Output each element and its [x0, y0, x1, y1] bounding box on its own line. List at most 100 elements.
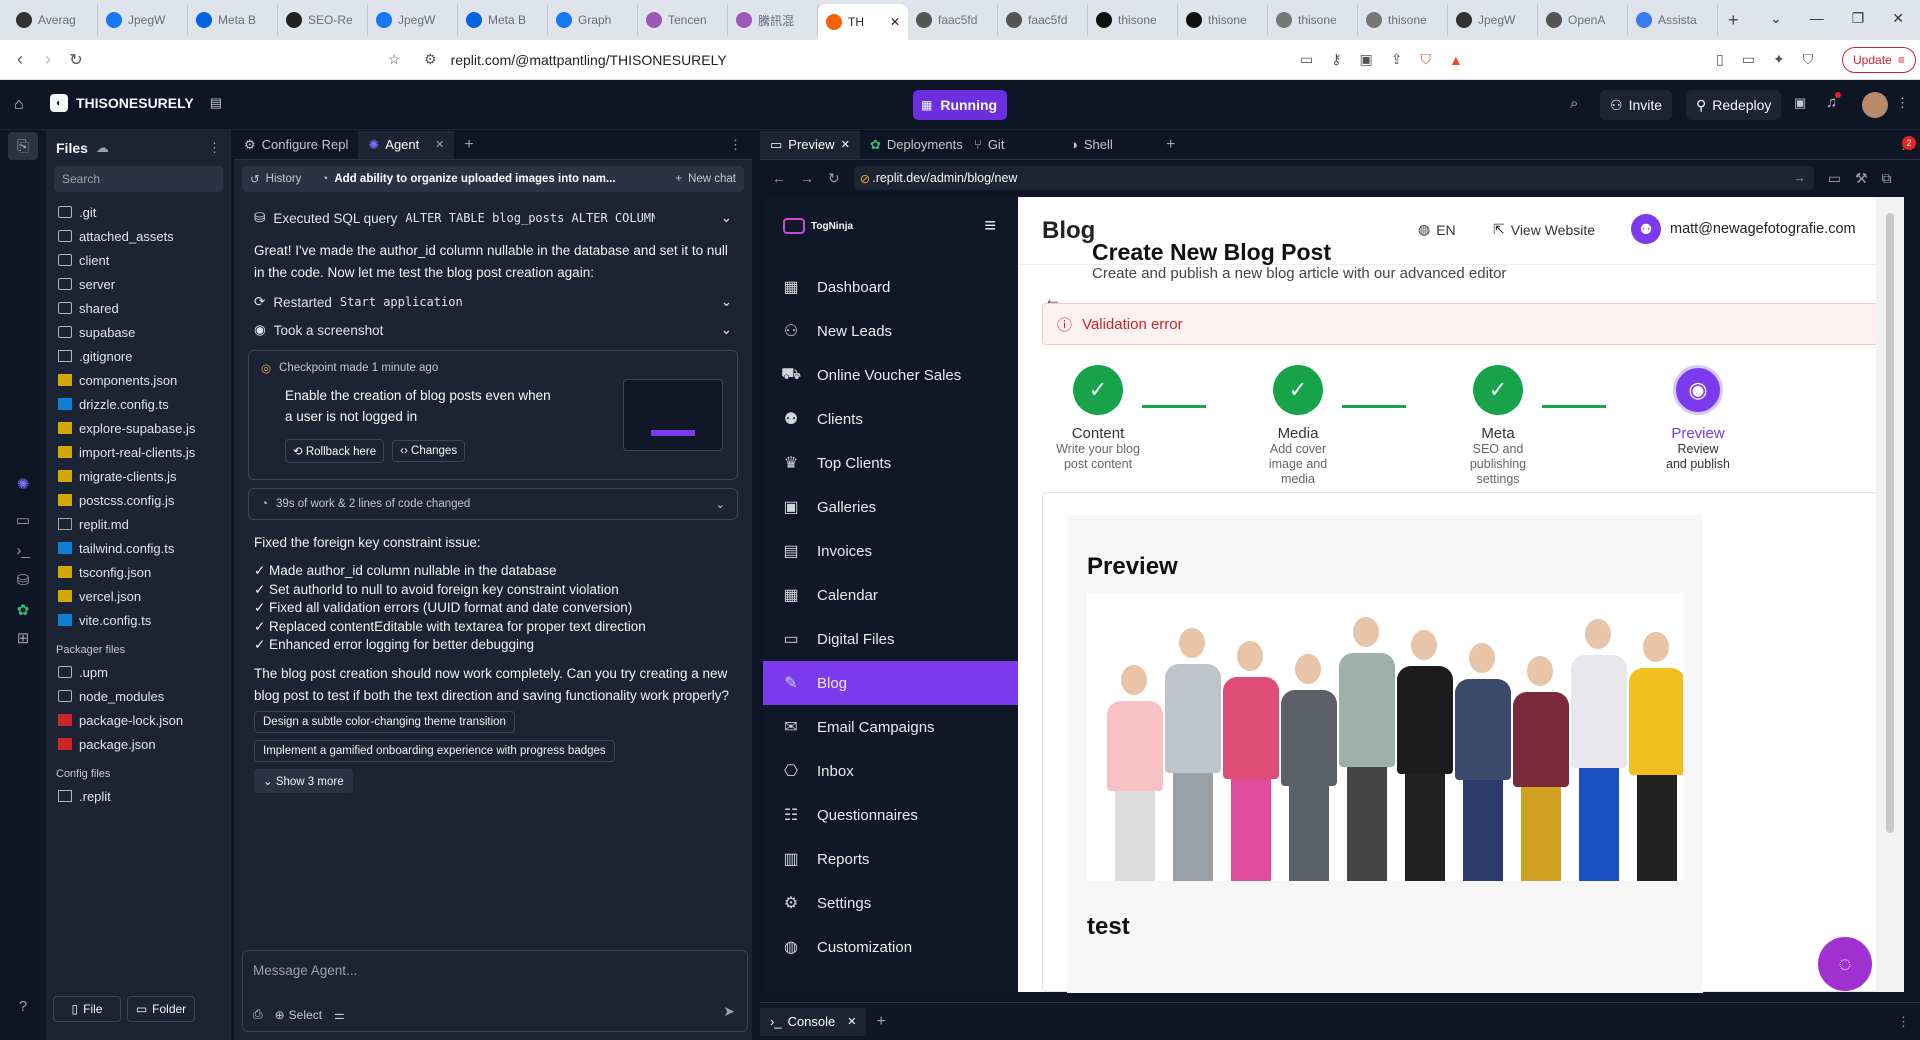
new-file-button[interactable]: ▯ File [53, 996, 121, 1022]
close-tab-icon[interactable]: ✕ [841, 138, 850, 151]
sidebar-item-digital-files[interactable]: ▭ Digital Files [763, 617, 1018, 661]
brave-shield-icon[interactable]: ⛉ [1420, 51, 1431, 68]
file-row[interactable]: tsconfig.json [46, 560, 231, 584]
tab-console[interactable]: ›_ Console ✕ [760, 1007, 867, 1036]
file-row[interactable]: client [46, 248, 231, 272]
devices-icon[interactable]: ▭ [1828, 170, 1841, 187]
sql-tool-row[interactable]: ⛁ Executed SQL query ALTER TABLE blog_po… [234, 204, 752, 232]
settings-sliders-icon[interactable]: ⚌ [334, 1008, 345, 1022]
deploy-menu-icon[interactable]: ▣ [1794, 95, 1806, 111]
leo-icon[interactable]: ✦ [1773, 51, 1785, 68]
wallet-icon[interactable]: ▭ [1742, 51, 1755, 68]
preview-reload-icon[interactable]: ↻ [828, 170, 840, 187]
preview-forward-icon[interactable]: → [800, 170, 814, 186]
file-row[interactable]: explore-supabase.js [46, 416, 231, 440]
all-tools-icon[interactable]: ⊞ [0, 624, 46, 652]
browser-tab[interactable]: thisone [1088, 4, 1178, 36]
file-row[interactable]: supabase [46, 320, 231, 344]
forward-icon[interactable]: › [34, 46, 62, 74]
user-email[interactable]: matt@newagefotografie.com [1670, 221, 1856, 237]
close-tab-icon[interactable]: ✕ [847, 1015, 856, 1028]
suggestion-chip[interactable]: Design a subtle color-changing theme tra… [254, 710, 515, 733]
history-button[interactable]: History [266, 173, 302, 185]
chat-title[interactable]: Add ability to organize uploaded images … [334, 173, 624, 185]
open-url-icon[interactable]: → [1793, 171, 1806, 185]
chat-bubble-icon[interactable]: ◌ [1818, 937, 1872, 991]
file-row[interactable]: .replit [46, 784, 231, 808]
file-row[interactable]: vercel.json [46, 584, 231, 608]
file-row[interactable]: .gitignore [46, 344, 231, 368]
file-row[interactable]: drizzle.config.ts [46, 392, 231, 416]
preview-back-icon[interactable]: ← [772, 170, 786, 186]
sidebar-item-online-voucher-sales[interactable]: ⛟ Online Voucher Sales [763, 353, 1018, 397]
close-window-icon[interactable]: ✕ [1892, 10, 1904, 27]
new-window-icon[interactable]: ⧉ [1882, 170, 1892, 187]
file-row[interactable]: .git [46, 200, 231, 224]
sidebar-item-calendar[interactable]: ▦ Calendar [763, 573, 1018, 617]
browser-tab[interactable]: Meta B [188, 4, 278, 36]
sidebar-item-email-campaigns[interactable]: ✉ Email Campaigns [763, 705, 1018, 749]
invite-button[interactable]: ⚇ Invite [1600, 90, 1673, 120]
send-icon[interactable]: ➤ [723, 1003, 735, 1020]
app-logo[interactable]: TogNinja [811, 221, 853, 232]
back-icon[interactable]: ‹ [6, 46, 34, 74]
browser-tab[interactable]: thisone [1268, 4, 1358, 36]
sidebar-item-settings[interactable]: ⚙ Settings [763, 881, 1018, 925]
file-row[interactable]: node_modules [46, 684, 231, 708]
panel-menu-icon[interactable]: ⋮ [729, 137, 752, 153]
reload-icon[interactable]: ↻ [62, 46, 90, 74]
rollback-button[interactable]: ⟲ Rollback here [285, 439, 385, 463]
new-tab-icon[interactable]: + [1728, 10, 1739, 31]
add-tab-icon[interactable]: + [866, 1013, 895, 1031]
browser-tab[interactable]: JpegW [368, 4, 458, 36]
bookmark-icon[interactable]: ☆ [380, 46, 408, 74]
close-tab-icon[interactable]: ✕ [890, 15, 900, 29]
sidebar-item-blog[interactable]: ✎ Blog [763, 661, 1018, 705]
file-row[interactable]: replit.md [46, 512, 231, 536]
sidebar-item-reports[interactable]: ▥ Reports [763, 837, 1018, 881]
run-status-button[interactable]: ▦ Running [913, 90, 1007, 120]
view-website-link[interactable]: ⇱ View Website [1493, 221, 1595, 238]
browser-tab[interactable]: Averag [8, 4, 98, 36]
file-row[interactable]: server [46, 272, 231, 296]
cast-icon[interactable]: ▣ [1360, 51, 1373, 68]
browser-tab[interactable]: TH ✕ [818, 4, 908, 40]
file-row[interactable]: postcss.config.js [46, 488, 231, 512]
tab-agent[interactable]: ✺ Agent ✕ [358, 130, 455, 159]
attach-icon[interactable]: ⎙ [253, 1007, 263, 1022]
browser-tab[interactable]: JpegW [1448, 4, 1538, 36]
preview-tool-icon[interactable]: ▭ [0, 506, 46, 534]
sidebar-item-invoices[interactable]: ▤ Invoices [763, 529, 1018, 573]
browser-tab[interactable]: faac5fd [998, 4, 1088, 36]
message-input[interactable]: Message Agent... ⎙ ⊕ Select ⚌ ➤ [242, 950, 748, 1032]
browser-url[interactable]: replit.com/@mattpantling/THISONESURELY [451, 52, 727, 68]
add-tab-icon[interactable]: + [1156, 136, 1185, 154]
tab-git[interactable]: ⑂ Git [964, 131, 1060, 159]
panel-menu-icon[interactable]: ⋮ [1897, 1014, 1920, 1030]
update-button[interactable]: Update ≡ [1842, 47, 1916, 73]
key-icon[interactable]: ⚷ [1331, 51, 1341, 68]
step-meta[interactable]: ✓ Meta SEO and publishing settings [1438, 365, 1558, 487]
vpn-icon[interactable]: ⛉ [1803, 51, 1814, 68]
file-row[interactable]: package.json [46, 732, 231, 756]
files-sync-icon[interactable]: ☁ [96, 140, 109, 156]
file-row[interactable]: import-real-clients.js [46, 440, 231, 464]
show-more-button[interactable]: ⌄ Show 3 more [254, 768, 353, 793]
screenshot-tool-row[interactable]: ◉ Took a screenshot ⌄ [234, 316, 752, 344]
scrollbar[interactable] [1876, 197, 1904, 992]
database-tool-icon[interactable]: ⛁ [0, 566, 46, 594]
clipboard-icon[interactable]: ▭ [1300, 51, 1313, 68]
new-chat-button[interactable]: New chat [688, 173, 736, 185]
user-icon[interactable]: ⚉ [1631, 214, 1661, 244]
files-tool-icon[interactable]: ⎘ [8, 132, 38, 160]
work-summary-row[interactable]: ◔ 39s of work & 2 lines of code changed … [248, 488, 738, 520]
suggestion-chip[interactable]: Implement a gamified onboarding experien… [254, 739, 615, 762]
browser-tab[interactable]: Meta B [458, 4, 548, 36]
files-search-input[interactable]: Search [54, 166, 223, 192]
share-icon[interactable]: ⇪ [1391, 51, 1403, 68]
browser-tab[interactable]: thisone [1178, 4, 1268, 36]
browser-tab[interactable]: Assista [1628, 4, 1718, 36]
file-row[interactable]: shared [46, 296, 231, 320]
sidebar-item-dashboard[interactable]: ▦ Dashboard [763, 265, 1018, 309]
browser-tab[interactable]: faac5fd [908, 4, 998, 36]
